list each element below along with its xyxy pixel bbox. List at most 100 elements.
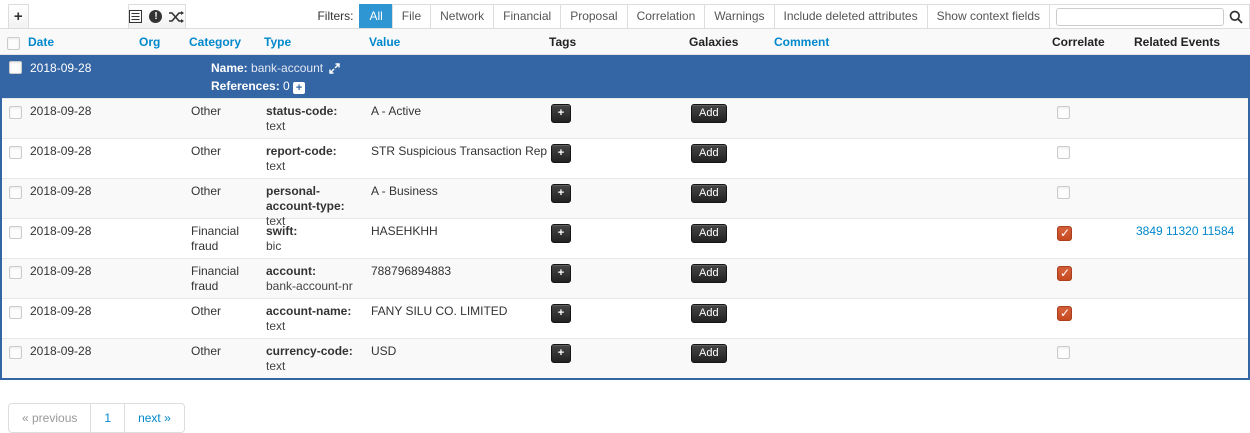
correlate-checkbox[interactable] <box>1057 146 1070 159</box>
table-row: 2018-09-28 Other status-code: text A - A… <box>2 98 1248 138</box>
category-cell: Other <box>187 339 262 378</box>
comment-cell <box>772 139 1050 178</box>
filter-tab-label: Financial <box>503 9 551 23</box>
value-cell: USD <box>367 339 547 378</box>
comment-cell <box>772 339 1050 378</box>
search-input[interactable] <box>1056 8 1224 26</box>
date-cell: 2018-09-28 <box>26 219 137 258</box>
add-tag-button[interactable]: + <box>551 304 571 323</box>
column-header-value[interactable]: Value <box>369 35 400 49</box>
correlate-checkbox[interactable] <box>1057 306 1072 321</box>
expand-icon[interactable] <box>329 63 340 77</box>
value-cell: STR Suspicious Transaction Report <box>367 139 547 178</box>
add-galaxy-button[interactable]: Add <box>691 344 727 363</box>
attribute-value-type: text <box>266 359 363 374</box>
category-cell: Other <box>187 299 262 338</box>
attribute-type: status-code: <box>266 104 337 118</box>
comment-cell <box>772 99 1050 138</box>
row-select-checkbox[interactable] <box>9 226 22 239</box>
table-header-row: Date Org Category Type Value Tags Galaxi… <box>0 29 1250 55</box>
org-cell <box>137 219 187 258</box>
tags-cell: + <box>547 259 687 298</box>
filter-tab-label: Correlation <box>637 9 696 23</box>
filter-tab-bar: All File Network Financial Proposal Corr… <box>360 4 1050 28</box>
correlate-checkbox[interactable] <box>1057 226 1072 241</box>
row-select-checkbox[interactable] <box>9 266 22 279</box>
add-galaxy-button[interactable]: Add <box>691 144 727 163</box>
add-galaxy-button[interactable]: Add <box>691 104 727 123</box>
org-cell <box>137 139 187 178</box>
add-galaxy-button[interactable]: Add <box>691 304 727 323</box>
correlate-checkbox[interactable] <box>1057 106 1070 119</box>
search-icon[interactable] <box>1229 10 1243 24</box>
pagination-page-1[interactable]: 1 <box>90 403 125 433</box>
filter-tab-label: Include deleted attributes <box>784 9 918 23</box>
tags-cell: + <box>547 219 687 258</box>
row-select-checkbox[interactable] <box>9 106 22 119</box>
correlate-checkbox[interactable] <box>1057 186 1070 199</box>
object-checkbox-cell <box>2 55 24 98</box>
attribute-type: currency-code: <box>266 344 353 358</box>
tags-cell: + <box>547 139 687 178</box>
row-checkbox-cell <box>2 339 26 378</box>
row-checkbox-cell <box>2 219 26 258</box>
filter-tab[interactable]: Financial <box>493 4 561 28</box>
filter-tab[interactable]: Warnings <box>704 4 774 28</box>
add-tag-button[interactable]: + <box>551 144 571 163</box>
correlate-checkbox[interactable] <box>1057 346 1070 359</box>
row-select-checkbox[interactable] <box>9 306 22 319</box>
date-cell: 2018-09-28 <box>26 99 137 138</box>
select-all-checkbox[interactable] <box>7 37 20 50</box>
object-name-label: Name: <box>211 61 248 75</box>
add-tag-button[interactable]: + <box>551 184 571 203</box>
filters-label: Filters: <box>317 4 360 28</box>
row-checkbox-cell <box>2 299 26 338</box>
add-tag-button[interactable]: + <box>551 264 571 283</box>
column-header-org[interactable]: Org <box>139 35 160 49</box>
type-cell: currency-code: text <box>262 339 367 378</box>
exclamation-circle-icon[interactable]: ! <box>149 10 162 23</box>
filter-tab[interactable]: Correlation <box>627 4 706 28</box>
add-attribute-button[interactable]: + <box>8 4 29 28</box>
list-icon[interactable] <box>129 10 142 23</box>
filter-tab[interactable]: All <box>359 4 392 28</box>
correlate-cell <box>1050 139 1132 178</box>
column-header-tags: Tags <box>549 35 576 49</box>
filter-tab[interactable]: File <box>392 4 431 28</box>
add-tag-button[interactable]: + <box>551 104 571 123</box>
filter-tab[interactable]: Network <box>430 4 494 28</box>
filter-tab[interactable]: Include deleted attributes <box>774 4 928 28</box>
row-select-checkbox[interactable] <box>9 146 22 159</box>
toolbar-icon-group: ! <box>128 4 187 28</box>
filter-tab-label: Network <box>440 9 484 23</box>
add-galaxy-button[interactable]: Add <box>691 224 727 243</box>
add-tag-button[interactable]: + <box>551 224 571 243</box>
org-cell <box>137 339 187 378</box>
date-cell: 2018-09-28 <box>26 339 137 378</box>
row-select-checkbox[interactable] <box>9 346 22 359</box>
value-cell: 788796894883 <box>367 259 547 298</box>
add-galaxy-button[interactable]: Add <box>691 264 727 283</box>
related-event-links[interactable]: 3849 11320 11584 <box>1136 224 1234 238</box>
column-header-comment[interactable]: Comment <box>774 35 829 49</box>
filter-tab[interactable]: Proposal <box>560 4 627 28</box>
shuffle-icon[interactable] <box>169 11 184 23</box>
add-galaxy-button[interactable]: Add <box>691 184 727 203</box>
object-row-checkbox[interactable] <box>9 61 22 74</box>
filter-tab-label: Proposal <box>570 9 617 23</box>
filter-tab[interactable]: Show context fields <box>927 4 1050 28</box>
correlate-checkbox[interactable] <box>1057 266 1072 281</box>
pagination-next[interactable]: next » <box>124 403 185 433</box>
related-events-cell <box>1132 339 1248 378</box>
object-header-row: 2018-09-28 Name: bank-account References… <box>2 55 1248 98</box>
column-header-category[interactable]: Category <box>189 35 241 49</box>
related-events-cell: 3849 11320 11584 <box>1132 219 1248 258</box>
column-header-date[interactable]: Date <box>28 35 54 49</box>
attribute-value-type: bank-account-nr <box>266 279 363 294</box>
add-tag-button[interactable]: + <box>551 344 571 363</box>
row-select-checkbox[interactable] <box>9 186 22 199</box>
add-reference-icon[interactable]: + <box>293 82 305 94</box>
plus-icon: + <box>14 8 23 25</box>
pagination-previous[interactable]: « previous <box>8 403 91 433</box>
column-header-type[interactable]: Type <box>264 35 291 49</box>
